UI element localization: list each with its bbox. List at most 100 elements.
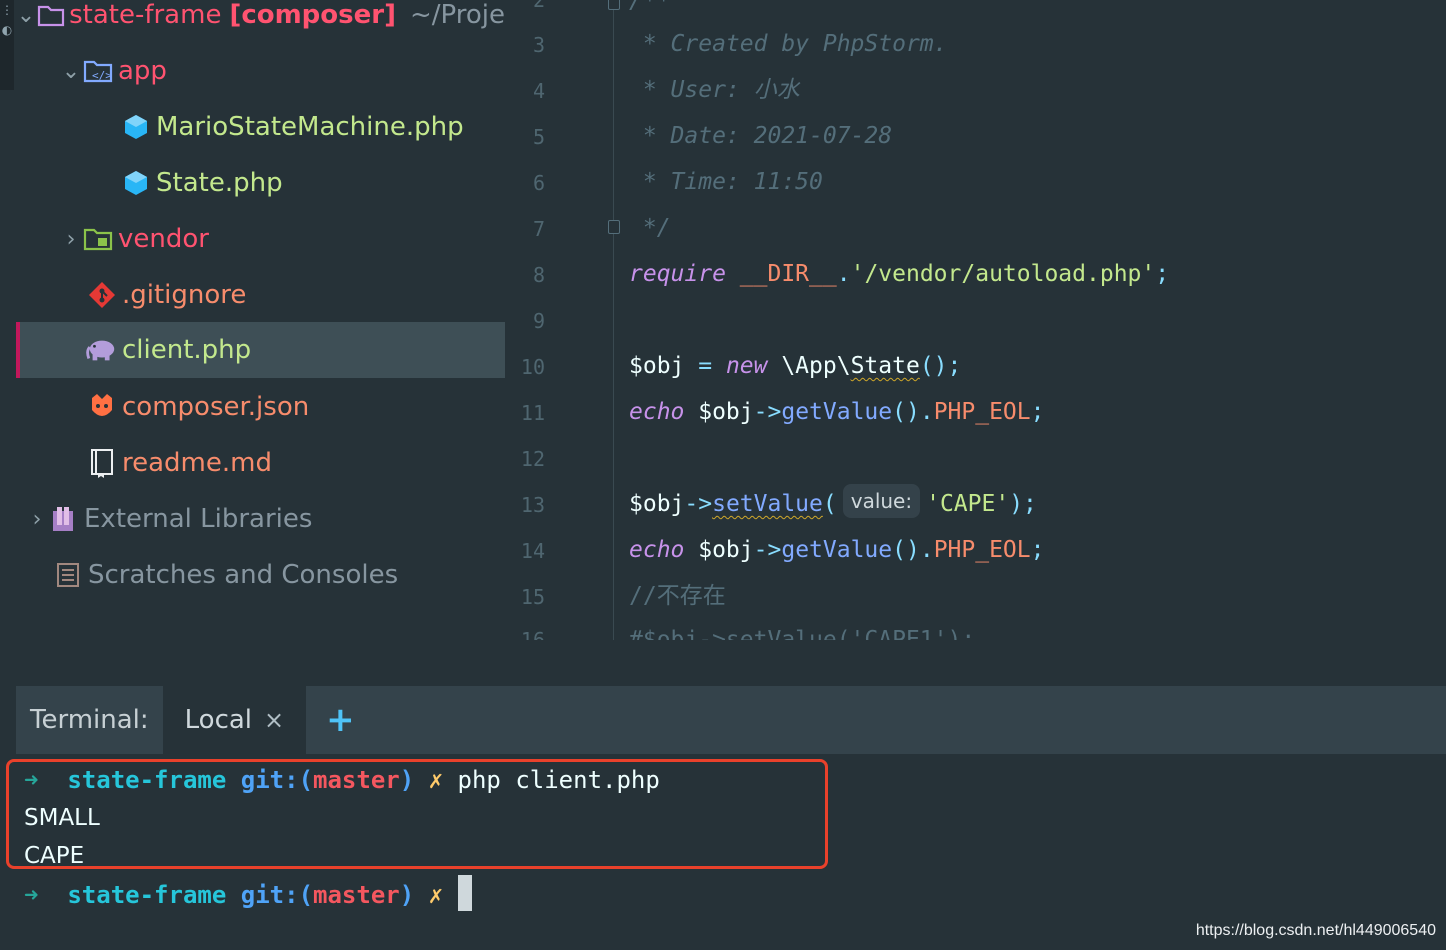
line-number: 2 bbox=[532, 0, 545, 12]
method-call: getValue bbox=[781, 537, 893, 563]
code-line-11: echo $obj->getValue().PHP_EOL; bbox=[629, 389, 1044, 435]
markdown-book-icon bbox=[86, 447, 118, 479]
line-number: 13 bbox=[520, 493, 545, 517]
splitter[interactable] bbox=[0, 640, 1446, 686]
semicolon: ; bbox=[1030, 399, 1045, 425]
line-number: 10 bbox=[520, 355, 545, 379]
variable: $obj bbox=[629, 353, 685, 379]
tree-item-client[interactable]: client.php bbox=[16, 322, 505, 378]
line-number: 3 bbox=[532, 33, 545, 57]
tool-window-stripe: ⋮ ◐ bbox=[0, 0, 14, 90]
keyword-require: require bbox=[629, 261, 726, 287]
prompt-line: ➜ state-frame git:(master) ✗ bbox=[24, 875, 472, 913]
chevron-down-icon[interactable]: ⌄ bbox=[60, 59, 82, 84]
terminal-tab-local[interactable]: Local × bbox=[162, 686, 307, 754]
code-line-14: echo $obj->getValue().PHP_EOL; bbox=[629, 527, 1044, 573]
project-tool-window: ⋮ ◐ ⌄ state-frame [composer] ~/Proje ⌄ <… bbox=[0, 0, 505, 640]
concat-operator: . bbox=[919, 399, 934, 425]
code-line-5: * Date: 2021-07-28 bbox=[629, 123, 893, 149]
favorites-icon[interactable]: ◐ bbox=[0, 20, 14, 40]
tree-item-external-libraries[interactable]: › External Libraries bbox=[16, 491, 505, 547]
variable: $obj bbox=[684, 537, 754, 563]
arrow-operator: -> bbox=[753, 537, 782, 563]
chevron-right-icon[interactable]: › bbox=[26, 507, 48, 532]
tree-item-vendor[interactable]: › vendor bbox=[16, 211, 505, 267]
constant: PHP_EOL bbox=[933, 537, 1031, 563]
semicolon: ; bbox=[1155, 261, 1170, 287]
tree-item-state[interactable]: State.php bbox=[16, 155, 505, 211]
method-call: getValue bbox=[781, 399, 893, 425]
tree-item-readme[interactable]: readme.md bbox=[16, 435, 505, 491]
text-cursor bbox=[457, 875, 472, 911]
line-number: 11 bbox=[520, 401, 545, 425]
terminal-title: Terminal: bbox=[30, 705, 149, 735]
tree-item-scratches[interactable]: Scratches and Consoles bbox=[16, 547, 505, 603]
source-folder-icon: </> bbox=[82, 55, 114, 87]
line-number: 6 bbox=[532, 171, 545, 195]
assign-operator: = bbox=[684, 353, 726, 379]
semicolon: ; bbox=[1030, 537, 1045, 563]
concat-operator: . bbox=[836, 261, 851, 287]
code-line-10: $obj = new \App\State(); bbox=[629, 343, 961, 389]
highlight-annotation-box bbox=[6, 759, 828, 869]
fold-end-icon[interactable] bbox=[608, 220, 620, 234]
prompt-branch: master bbox=[313, 881, 400, 909]
class-name: State bbox=[850, 353, 920, 379]
code-line-6: * Time: 11:50 bbox=[629, 169, 823, 195]
code-line-8: require __DIR__.'/vendor/autoload.php'; bbox=[629, 251, 1169, 297]
tree-item-mario-state-machine[interactable]: MarioStateMachine.php bbox=[16, 99, 505, 155]
line-number: 15 bbox=[520, 585, 545, 609]
prompt-arrow-icon: ➜ bbox=[24, 881, 39, 909]
close-paren: ); bbox=[1009, 491, 1037, 517]
dirty-mark-icon: ✗ bbox=[428, 881, 444, 909]
structure-icon[interactable]: ⋮ bbox=[0, 0, 14, 20]
svg-text:</>: </> bbox=[92, 69, 112, 82]
line-number: 12 bbox=[520, 447, 545, 471]
code-editor[interactable]: 2 3 4 5 6 7 8 9 10 11 12 13 14 15 16 /**… bbox=[505, 0, 1446, 640]
line-number: 8 bbox=[532, 263, 545, 287]
tree-label: External Libraries bbox=[84, 504, 313, 534]
tree-label: vendor bbox=[118, 224, 209, 254]
keyword-new: new bbox=[725, 353, 768, 379]
tab-label: Local bbox=[184, 705, 253, 735]
tree-label: composer.json bbox=[122, 392, 310, 422]
php-elephant-icon bbox=[86, 334, 118, 366]
php-class-icon bbox=[120, 111, 152, 143]
tree-label: app bbox=[118, 56, 167, 86]
method-call: setValue bbox=[712, 491, 823, 517]
line-number: 5 bbox=[532, 125, 545, 149]
watermark: https://blog.csdn.net/hl449006540 bbox=[1195, 922, 1436, 939]
close-icon[interactable]: × bbox=[264, 706, 284, 734]
tree-item-app[interactable]: ⌄ </> app bbox=[16, 43, 505, 99]
scratches-icon bbox=[52, 559, 84, 591]
vendor-folder-icon bbox=[82, 223, 114, 255]
new-terminal-plus-icon[interactable]: + bbox=[326, 700, 355, 740]
string-literal: 'CAPE' bbox=[926, 491, 1010, 517]
php-class-icon bbox=[120, 167, 152, 199]
tree-root-state-frame[interactable]: ⌄ state-frame [composer] ~/Proje bbox=[16, 0, 505, 43]
tree-item-gitignore[interactable]: .gitignore bbox=[16, 267, 505, 323]
parameter-hint: value: bbox=[842, 484, 921, 518]
tree-label: Scratches and Consoles bbox=[88, 560, 399, 590]
folder-icon bbox=[36, 0, 65, 31]
tree-label: readme.md bbox=[122, 448, 272, 478]
code-line-4: * User: 小水 bbox=[629, 77, 800, 103]
chevron-down-icon[interactable]: ⌄ bbox=[16, 3, 36, 28]
line-number: 7 bbox=[532, 217, 545, 241]
git-icon bbox=[86, 279, 118, 311]
line-number: 16 bbox=[520, 628, 545, 640]
fold-start-icon[interactable] bbox=[608, 0, 620, 10]
code-line-7: */ bbox=[629, 215, 671, 241]
tree-item-composer-json[interactable]: composer.json bbox=[16, 379, 505, 435]
editor-gutter: 2 3 4 5 6 7 8 9 10 11 12 13 14 15 16 bbox=[505, 0, 610, 640]
chevron-right-icon[interactable]: › bbox=[60, 227, 82, 252]
tree-label: MarioStateMachine.php bbox=[156, 112, 464, 142]
line-number: 4 bbox=[532, 79, 545, 103]
magic-constant: __DIR__ bbox=[739, 261, 837, 287]
constant: PHP_EOL bbox=[933, 399, 1031, 425]
fold-guide bbox=[613, 0, 614, 640]
library-icon bbox=[48, 503, 80, 535]
call-parens: () bbox=[892, 537, 920, 563]
call-parens: () bbox=[892, 399, 920, 425]
call-parens: (); bbox=[919, 353, 962, 379]
